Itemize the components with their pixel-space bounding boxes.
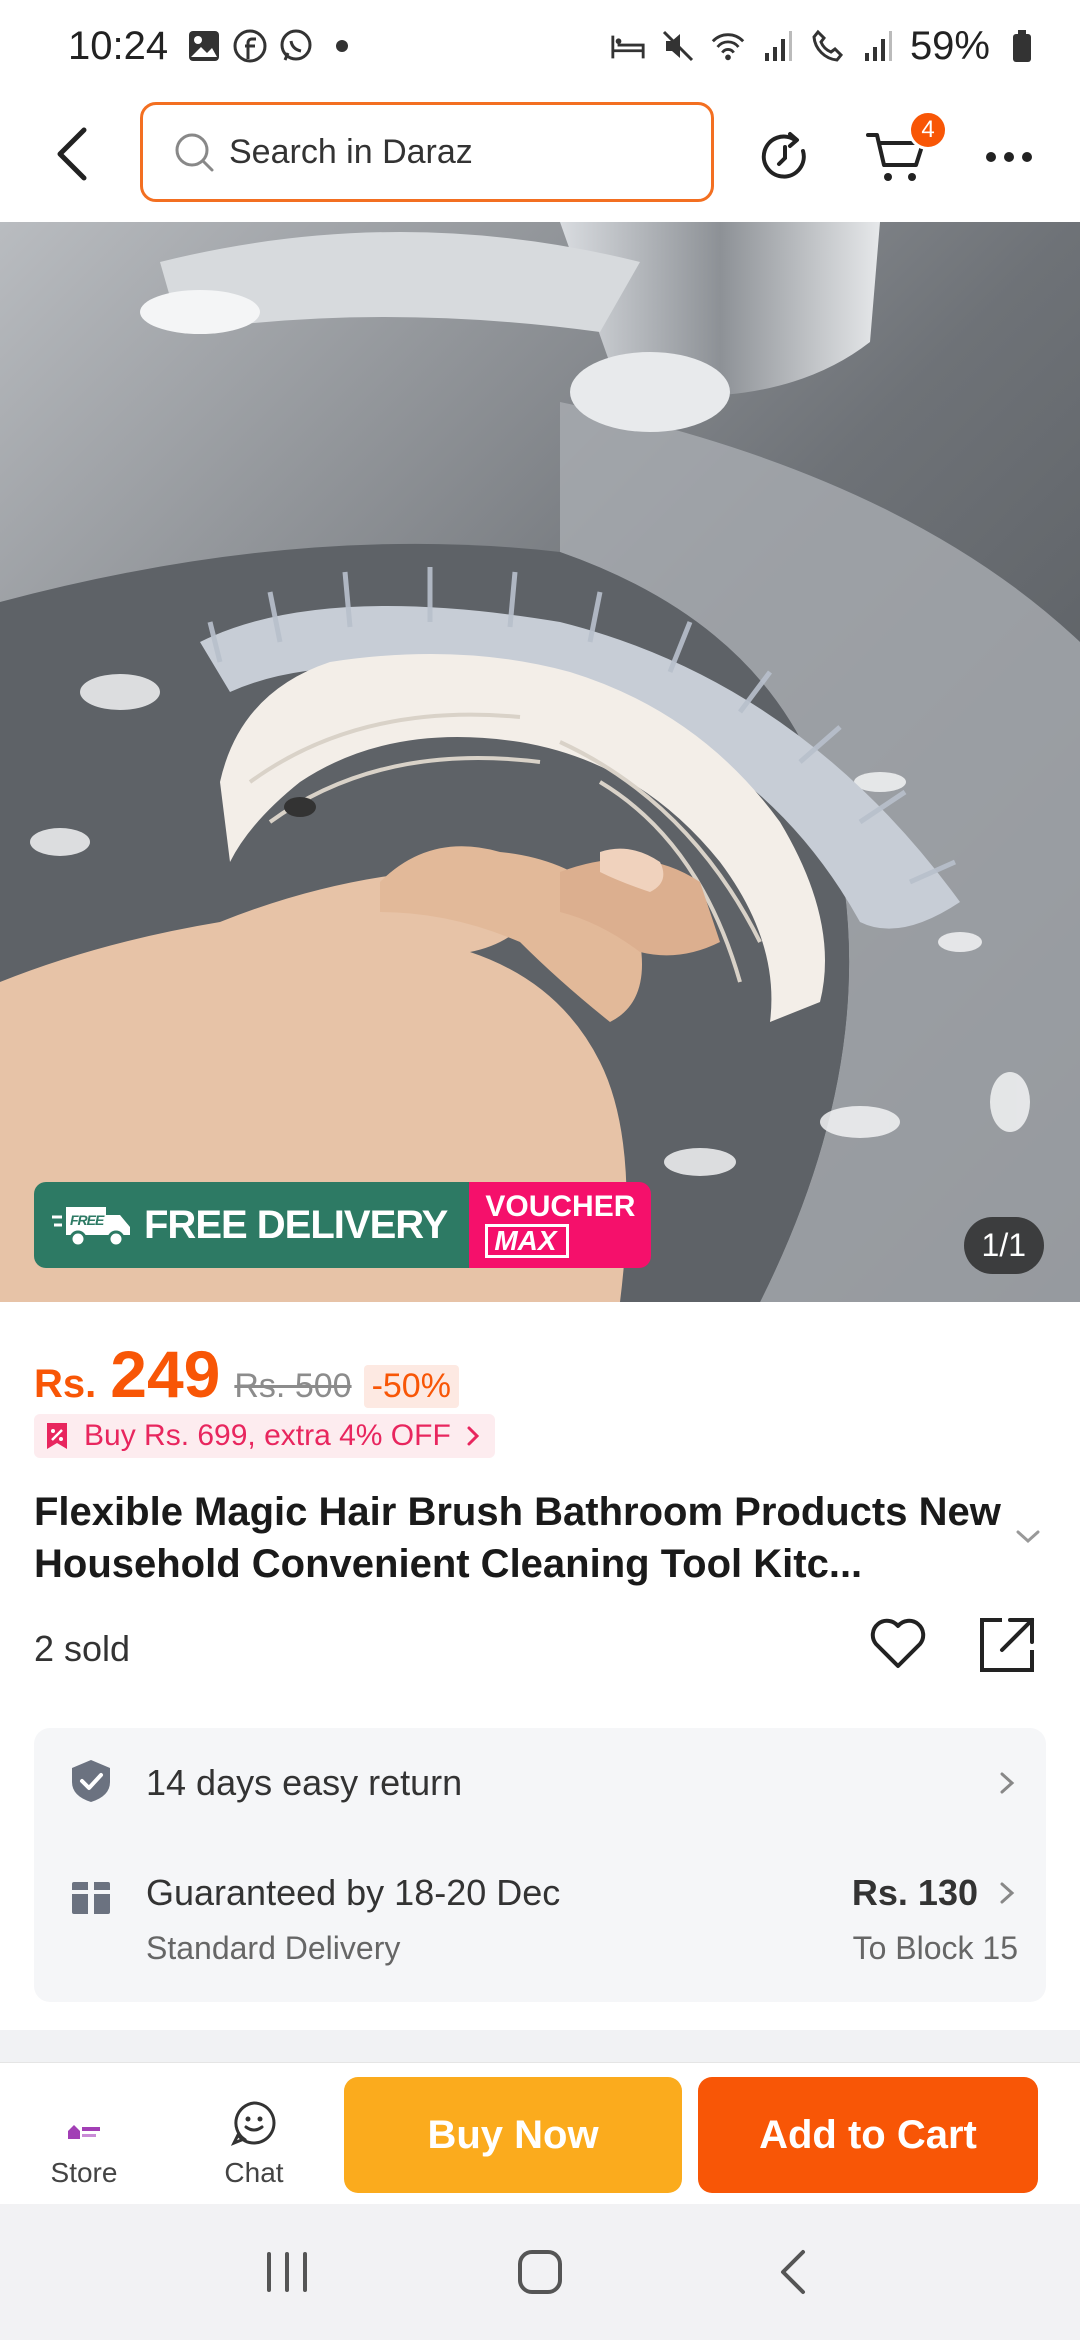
status-time: 10:24 [68, 23, 169, 68]
bundle-promo-text: Buy Rs. 699, extra 4% OFF [84, 1419, 451, 1452]
price-currency: Rs. [34, 1362, 97, 1406]
return-policy-text: 14 days easy return [146, 1762, 463, 1803]
cart-count-badge: 4 [908, 110, 948, 150]
voucher-max-badge: VOUCHER MAX [469, 1182, 652, 1268]
recents-button[interactable] [247, 2232, 327, 2312]
max-label: MAX [485, 1224, 570, 1258]
section-divider [0, 2030, 1080, 2062]
price-row: Rs. 249 Rs. 500 -50% [34, 1336, 459, 1412]
voucher-label: VOUCHER [485, 1190, 636, 1223]
battery-percent: 59% [909, 23, 990, 68]
facebook-icon [232, 28, 268, 64]
system-nav-bar [0, 2204, 1080, 2340]
delivery-truck-icon: FREE [52, 1207, 130, 1248]
history-button[interactable] [750, 122, 820, 192]
bottom-action-bar: Store Chat Buy Now Add to Cart [0, 2062, 1080, 2204]
wifi-call-icon [810, 28, 846, 64]
store-button[interactable]: Store [24, 2077, 144, 2197]
dot-icon [324, 28, 360, 64]
chevron-left-icon [57, 127, 87, 181]
chevron-right-icon [1000, 1882, 1015, 1904]
bed-icon [610, 28, 646, 64]
chevron-right-icon [467, 1426, 479, 1446]
chevron-down-icon[interactable] [1012, 1520, 1044, 1552]
signal-2-icon [860, 28, 896, 64]
chat-label: Chat [224, 2157, 284, 2188]
search-placeholder: Search in Daraz [229, 132, 473, 171]
return-policy-row[interactable]: 14 days easy return [34, 1728, 1046, 1838]
discount-badge: -50% [363, 1365, 459, 1408]
service-card: 14 days easy return Guaranteed by 18-20 … [34, 1728, 1046, 2002]
store-logo-icon [68, 2125, 100, 2139]
back-arrow-icon [781, 2250, 806, 2294]
store-label: Store [50, 2157, 118, 2188]
recents-icon [266, 2252, 307, 2292]
chat-icon [230, 2101, 276, 2146]
free-tag: FREE [70, 1212, 105, 1228]
system-back-button[interactable] [753, 2232, 833, 2312]
delivery-type-text: Standard Delivery [146, 1930, 401, 1966]
product-title: Flexible Magic Hair Brush Bathroom Produ… [34, 1490, 1001, 1586]
sold-count: 2 sold [34, 1628, 131, 1669]
battery-icon [1004, 28, 1040, 64]
cart-button[interactable]: 4 [862, 110, 948, 192]
delivery-guarantee-text: Guaranteed by 18-20 Dec [146, 1872, 561, 1913]
promo-tag-icon [47, 1423, 67, 1449]
product-image[interactable]: FREE FREE DELIVERY VOUCHER MAX 1/1 [0, 222, 1080, 1302]
delivery-row[interactable]: Guaranteed by 18-20 Dec Standard Deliver… [34, 1838, 1046, 2002]
status-bar: 10:24 59% [0, 0, 1080, 92]
more-button[interactable] [974, 122, 1044, 192]
gallery-icon [186, 28, 222, 64]
price-value: 249 [110, 1337, 221, 1411]
share-icon[interactable] [976, 1614, 1038, 1676]
gift-box-icon [72, 1882, 110, 1914]
image-counter: 1/1 [963, 1217, 1044, 1274]
signal-icon [760, 28, 796, 64]
whatsapp-icon [278, 28, 314, 64]
product-photo [0, 222, 1080, 1302]
header: Search in Daraz 4 [0, 92, 1080, 222]
free-delivery-badge: FREE FREE DELIVERY [34, 1182, 470, 1268]
delivery-location: To Block 15 [852, 1930, 1018, 1966]
original-price: Rs. 500 [234, 1367, 352, 1405]
more-horizontal-icon [986, 152, 1032, 162]
back-button[interactable] [44, 122, 100, 186]
buy-now-button[interactable]: Buy Now [344, 2077, 682, 2193]
search-icon [175, 133, 214, 172]
chat-button[interactable]: Chat [194, 2077, 314, 2197]
wifi-icon [710, 28, 746, 64]
add-to-cart-button[interactable]: Add to Cart [698, 2077, 1038, 2193]
shield-check-icon [72, 1760, 110, 1802]
free-delivery-label: FREE DELIVERY [144, 1202, 448, 1247]
refresh-icon [761, 132, 806, 179]
promo-banner: FREE FREE DELIVERY VOUCHER MAX [34, 1182, 652, 1268]
heart-icon[interactable] [868, 1614, 928, 1674]
home-icon [517, 2250, 562, 2294]
delivery-fee: Rs. 130 [851, 1872, 978, 1913]
home-button[interactable] [500, 2232, 580, 2312]
bundle-promo[interactable]: Buy Rs. 699, extra 4% OFF [34, 1414, 495, 1458]
search-input[interactable]: Search in Daraz [140, 102, 714, 202]
mute-icon [660, 28, 696, 64]
chevron-right-icon [1000, 1772, 1015, 1794]
